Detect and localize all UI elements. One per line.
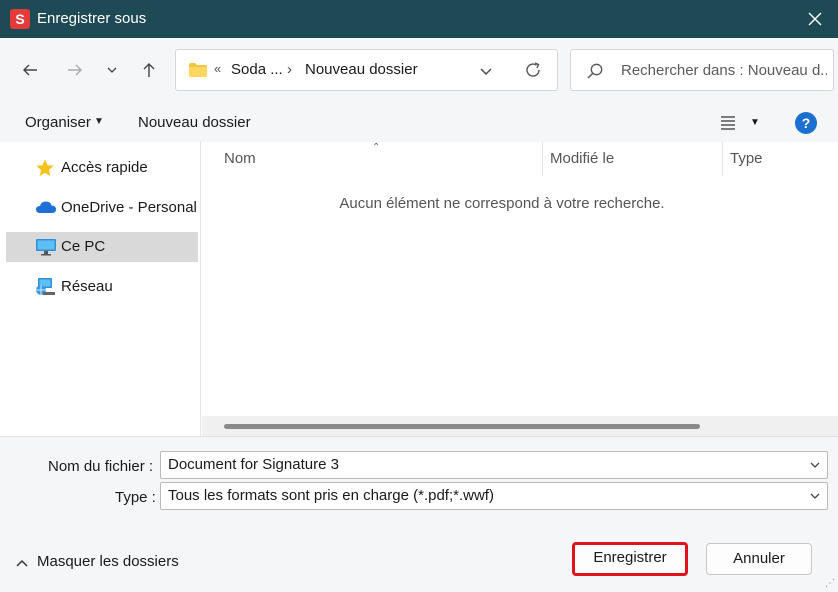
caret-down-icon[interactable]: ▼ bbox=[94, 116, 104, 127]
navigation-bar: « Soda ... › Nouveau dossier bbox=[0, 38, 838, 102]
network-icon bbox=[35, 277, 57, 301]
breadcrumb-segment-2[interactable]: Nouveau dossier bbox=[305, 61, 418, 78]
navigation-pane: Accès rapide OneDrive - Personal Ce PC R… bbox=[0, 142, 201, 436]
scrollbar-thumb[interactable] bbox=[224, 424, 700, 429]
sidebar-item-label: Accès rapide bbox=[61, 159, 148, 176]
resize-grip-icon[interactable]: ⋰ bbox=[825, 578, 835, 589]
sidebar-item-this-pc[interactable]: Ce PC bbox=[6, 232, 198, 262]
new-folder-button[interactable]: Nouveau dossier bbox=[138, 114, 251, 131]
search-icon bbox=[586, 62, 604, 84]
view-options-dropdown-icon[interactable]: ▼ bbox=[750, 117, 760, 128]
sort-ascending-icon: ⌃ bbox=[372, 142, 381, 153]
column-header-modified[interactable]: Modifié le bbox=[550, 150, 614, 167]
list-view-icon bbox=[721, 116, 735, 130]
save-options-panel: Nom du fichier : Type : Tous les formats… bbox=[0, 436, 838, 592]
dialog-title: Enregistrer sous bbox=[37, 10, 147, 27]
arrow-left-icon bbox=[23, 64, 37, 76]
filename-input[interactable] bbox=[168, 456, 798, 473]
sidebar-item-label: Ce PC bbox=[61, 238, 106, 255]
sidebar-item-label: OneDrive - Personal bbox=[61, 199, 197, 216]
arrow-right-icon bbox=[68, 64, 82, 76]
chevron-down-icon bbox=[810, 462, 820, 468]
type-label: Type : bbox=[115, 489, 156, 506]
refresh-icon bbox=[526, 62, 540, 77]
hide-folders-label: Masquer les dossiers bbox=[37, 553, 179, 570]
chevron-up-icon bbox=[16, 559, 28, 567]
close-button[interactable] bbox=[802, 6, 828, 32]
filename-dropdown-button[interactable] bbox=[808, 458, 822, 476]
column-header-type[interactable]: Type bbox=[730, 150, 763, 167]
filename-label: Nom du fichier : bbox=[48, 458, 154, 475]
save-as-dialog: S Enregistrer sous « Soda ... › Nouveau … bbox=[0, 0, 838, 592]
address-bar[interactable]: « Soda ... › Nouveau dossier bbox=[175, 49, 558, 91]
breadcrumb-separator[interactable]: › bbox=[287, 61, 292, 78]
arrow-up-icon bbox=[143, 63, 155, 77]
sidebar-item-network[interactable]: Réseau bbox=[6, 272, 198, 302]
command-toolbar: Organiser ▼ Nouveau dossier ▼ ? bbox=[0, 102, 838, 142]
column-header-name[interactable]: Nom bbox=[224, 150, 256, 167]
file-type-dropdown-button[interactable] bbox=[808, 489, 822, 507]
back-button[interactable] bbox=[18, 58, 42, 82]
cancel-button[interactable]: Annuler bbox=[706, 543, 812, 575]
search-input[interactable] bbox=[621, 59, 827, 81]
close-icon bbox=[808, 12, 822, 26]
chevron-down-icon bbox=[107, 67, 117, 73]
recent-locations-button[interactable] bbox=[100, 58, 124, 82]
address-history-dropdown[interactable] bbox=[478, 63, 494, 83]
computer-icon bbox=[35, 237, 57, 261]
help-button[interactable]: ? bbox=[795, 112, 817, 134]
folder-icon bbox=[188, 62, 208, 82]
organize-button[interactable]: Organiser bbox=[25, 114, 91, 131]
sidebar-item-quick-access[interactable]: Accès rapide bbox=[6, 153, 198, 183]
file-list: ⌃ Nom Modifié le Type Aucun élément ne c… bbox=[202, 142, 838, 436]
breadcrumb-overflow[interactable]: « bbox=[214, 61, 221, 76]
horizontal-scrollbar[interactable] bbox=[202, 416, 838, 436]
forward-button[interactable] bbox=[63, 58, 87, 82]
chevron-down-icon bbox=[810, 493, 820, 499]
breadcrumb-segment-1[interactable]: Soda ... bbox=[231, 61, 283, 78]
star-icon bbox=[35, 158, 55, 182]
save-button[interactable]: Enregistrer bbox=[572, 542, 688, 576]
chevron-down-icon bbox=[480, 68, 492, 75]
refresh-button[interactable] bbox=[523, 60, 543, 84]
search-box[interactable] bbox=[570, 49, 834, 91]
sidebar-item-onedrive[interactable]: OneDrive - Personal bbox=[6, 193, 198, 223]
filename-field[interactable] bbox=[160, 451, 828, 479]
file-type-select[interactable]: Tous les formats sont pris en charge (*.… bbox=[160, 482, 828, 510]
up-button[interactable] bbox=[137, 58, 161, 82]
sidebar-item-label: Réseau bbox=[61, 278, 113, 295]
cloud-icon bbox=[35, 198, 57, 220]
title-bar: S Enregistrer sous bbox=[0, 0, 838, 38]
view-options-button[interactable] bbox=[719, 114, 737, 134]
app-logo-icon: S bbox=[10, 9, 30, 29]
column-divider[interactable] bbox=[722, 142, 723, 176]
empty-results-message: Aucun élément ne correspond à votre rech… bbox=[339, 195, 665, 212]
column-divider[interactable] bbox=[542, 142, 543, 176]
file-type-value: Tous les formats sont pris en charge (*.… bbox=[168, 487, 494, 504]
